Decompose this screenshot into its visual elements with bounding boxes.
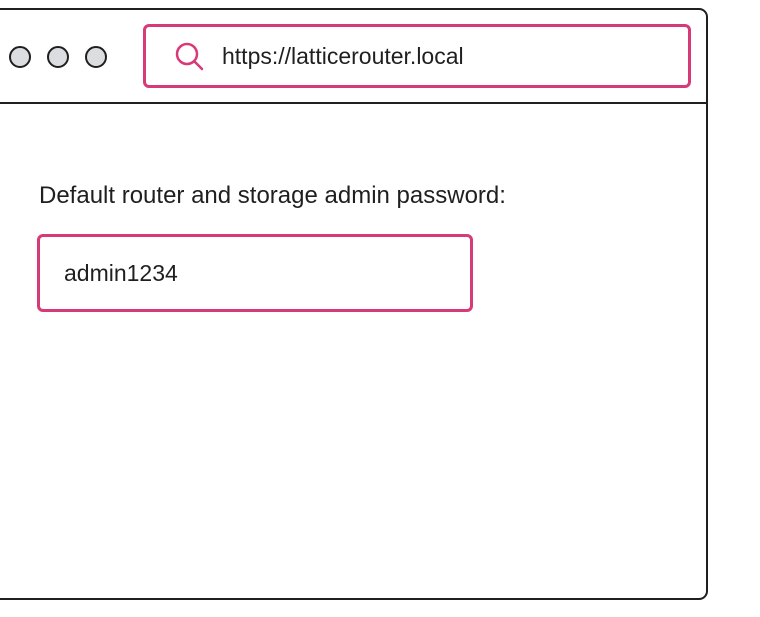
window-control-dot[interactable]	[9, 46, 31, 68]
password-field-value[interactable]: admin1234	[64, 260, 178, 287]
password-field[interactable]: admin1234	[37, 234, 473, 312]
search-icon	[175, 42, 204, 71]
password-label: Default router and storage admin passwor…	[39, 182, 506, 209]
window-control-dot[interactable]	[47, 46, 69, 68]
browser-title-bar: https://latticerouter.local	[0, 10, 706, 104]
browser-window: https://latticerouter.local Default rout…	[0, 8, 708, 600]
address-bar[interactable]: https://latticerouter.local	[143, 24, 691, 88]
url-text[interactable]: https://latticerouter.local	[222, 43, 464, 70]
window-control-dot[interactable]	[85, 46, 107, 68]
